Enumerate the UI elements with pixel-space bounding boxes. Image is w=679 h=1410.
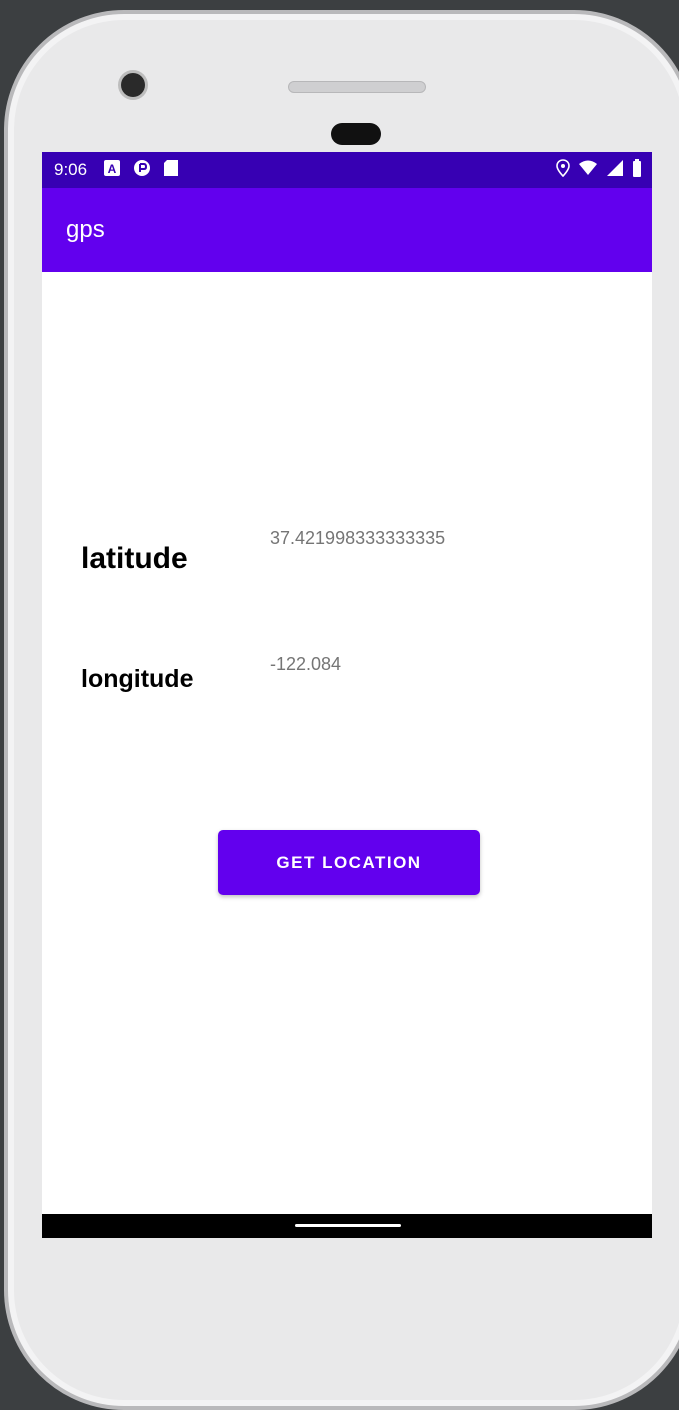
- speaker-grille: [288, 81, 426, 93]
- a-icon: A: [103, 159, 121, 182]
- app-bar: gps: [42, 188, 652, 272]
- wifi-icon: [578, 159, 598, 182]
- latitude-label: latitude: [81, 542, 188, 575]
- sync-icon: [133, 159, 151, 182]
- front-camera: [121, 73, 145, 97]
- home-gesture-pill[interactable]: [295, 1224, 401, 1227]
- location-icon: [556, 158, 570, 182]
- main-content: latitude 37.421998333333335 longitude -1…: [42, 272, 652, 1183]
- svg-text:A: A: [108, 162, 117, 176]
- navigation-bar: [42, 1214, 652, 1238]
- device-screen: 9:06 A gps latitude 37.421998333333335 l…: [42, 152, 652, 1238]
- app-title: gps: [66, 216, 105, 243]
- signal-icon: [606, 159, 624, 182]
- longitude-value: -122.084: [270, 654, 342, 674]
- sd-card-icon: [163, 159, 179, 182]
- get-location-button[interactable]: GET LOCATION: [218, 830, 480, 895]
- status-bar: 9:06 A: [42, 152, 652, 188]
- longitude-label: longitude: [81, 665, 194, 693]
- latitude-value: 37.421998333333335: [270, 528, 446, 548]
- battery-icon: [632, 158, 642, 182]
- status-icons-right: [556, 152, 642, 188]
- earpiece: [331, 123, 381, 145]
- status-time: 9:06: [54, 160, 88, 179]
